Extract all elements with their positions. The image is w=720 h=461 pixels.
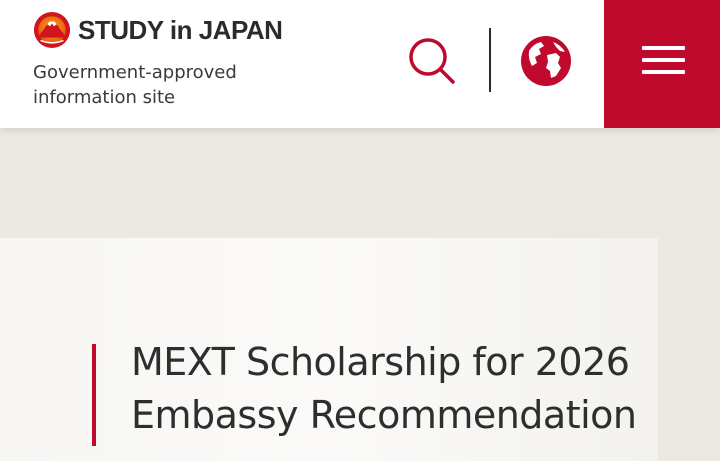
menu-bar-bottom <box>642 70 685 74</box>
site-tagline: Government-approved information site <box>33 60 293 110</box>
page-title-line-1: MEXT Scholarship for 2026 <box>131 340 630 384</box>
globe-icon[interactable] <box>520 35 572 87</box>
search-icon[interactable] <box>404 33 458 87</box>
site-header: STUDY in JAPAN Government-approved infor… <box>0 0 720 128</box>
title-accent-bar <box>92 344 96 446</box>
page: STUDY in JAPAN Government-approved infor… <box>0 0 720 461</box>
page-title-line-2: Embassy Recommendation <box>131 393 637 437</box>
tagline-line-1: Government-approved <box>33 62 237 83</box>
tagline-line-2: information site <box>33 87 176 108</box>
logo-text: STUDY in JAPAN <box>78 14 283 45</box>
menu-bar-middle <box>642 58 685 62</box>
menu-bar-top <box>642 46 685 50</box>
site-logo-link[interactable]: STUDY in JAPAN <box>33 11 283 49</box>
hamburger-menu-icon[interactable] <box>604 0 720 128</box>
header-divider <box>489 28 491 92</box>
mount-fuji-logo-icon <box>33 11 71 49</box>
page-title: MEXT Scholarship for 2026 Embassy Recomm… <box>131 336 661 442</box>
